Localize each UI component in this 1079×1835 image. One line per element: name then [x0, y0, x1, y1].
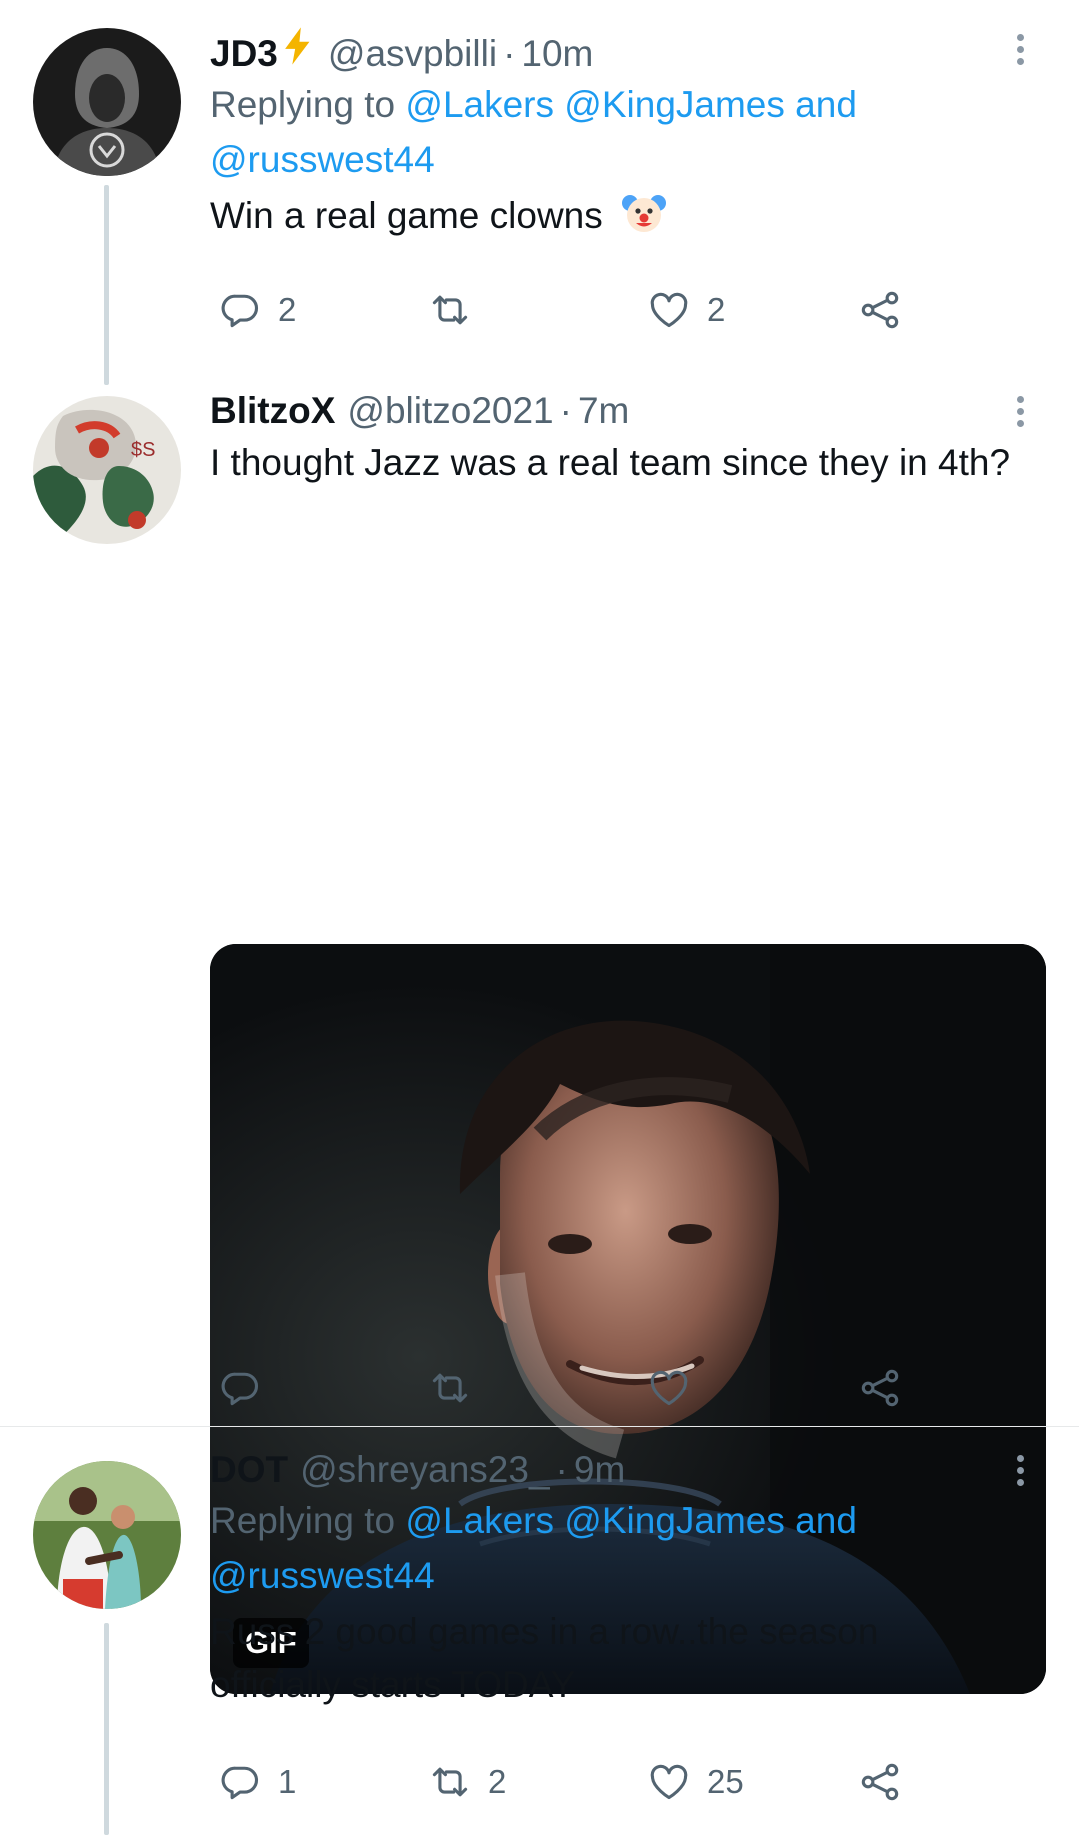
separator-dot: ·	[555, 1449, 568, 1490]
tweet-text: Russ 2 good games in a row..the season o…	[210, 1611, 879, 1705]
and-word: and	[795, 1500, 857, 1541]
reply-bubble-icon	[218, 288, 262, 332]
heart-icon	[647, 1366, 691, 1410]
share-button[interactable]	[858, 1757, 902, 1807]
mention-russwest44[interactable]: @russwest44	[210, 139, 435, 180]
timestamp[interactable]: 9m	[574, 1447, 625, 1493]
tweet-text: Win a real game clowns	[210, 195, 603, 236]
share-button[interactable]	[858, 285, 902, 335]
retweet-button[interactable]	[428, 1363, 488, 1413]
reply-button[interactable]: 2	[218, 285, 296, 335]
tweet-2[interactable]: $S BlitzoX @blitzo2021 · 7m I thought Ja…	[0, 380, 1079, 1694]
reply-button[interactable]: 1	[218, 1757, 296, 1807]
replying-to: Replying to @Lakers @KingJames and @russ…	[210, 77, 1029, 187]
retweet-button[interactable]	[428, 285, 488, 335]
user-handle[interactable]: @asvpbilli	[328, 31, 497, 77]
retweet-button[interactable]: 2	[428, 1757, 506, 1807]
reply-count: 2	[278, 291, 297, 328]
retweet-icon	[428, 288, 472, 332]
user-handle[interactable]: @shreyans23_	[300, 1447, 549, 1493]
share-icon	[858, 288, 902, 332]
separator-dot: ·	[559, 390, 572, 431]
display-name[interactable]: JD3	[210, 31, 278, 77]
retweet-count: 2	[488, 1763, 507, 1800]
display-name[interactable]: DOT	[210, 1447, 288, 1493]
retweet-icon	[428, 1760, 472, 1804]
replying-to: Replying to @Lakers @KingJames and @russ…	[210, 1493, 1029, 1603]
reply-count: 1	[278, 1763, 297, 1800]
tweet-3[interactable]: DOT @shreyans23_ · 9m Replying to @Laker…	[0, 1427, 1079, 1835]
display-name[interactable]: BlitzoX	[210, 388, 335, 434]
tweet-1[interactable]: JD3 @asvpbilli · 10m Replying to @Lakers…	[0, 0, 1079, 385]
heart-icon	[647, 288, 691, 332]
avatar[interactable]	[33, 28, 181, 176]
timestamp[interactable]: 7m	[578, 388, 629, 434]
mention-kingjames[interactable]: @KingJames	[564, 84, 785, 125]
replying-prefix: Replying to	[210, 1500, 396, 1541]
like-button[interactable]: 2	[647, 285, 725, 335]
tweet-text: I thought Jazz was a real team since the…	[210, 442, 1011, 483]
timestamp[interactable]: 10m	[521, 31, 593, 77]
reply-bubble-icon	[218, 1366, 262, 1410]
share-button[interactable]	[858, 1363, 902, 1413]
avatar[interactable]: $S	[33, 396, 181, 544]
like-button[interactable]: 25	[647, 1757, 744, 1807]
like-count: 25	[707, 1763, 744, 1800]
mention-kingjames[interactable]: @KingJames	[564, 1500, 785, 1541]
more-dots-icon[interactable]	[1005, 1447, 1035, 1493]
thread-line	[104, 185, 109, 385]
user-handle[interactable]: @blitzo2021	[347, 388, 553, 434]
replying-prefix: Replying to	[210, 84, 396, 125]
mention-lakers[interactable]: @Lakers	[405, 1500, 554, 1541]
more-dots-icon[interactable]	[1005, 26, 1035, 72]
mention-lakers[interactable]: @Lakers	[405, 84, 554, 125]
more-dots-icon[interactable]	[1005, 388, 1035, 434]
retweet-icon	[428, 1366, 472, 1410]
separator-dot: ·	[503, 33, 516, 74]
svg-text:$S: $S	[131, 439, 155, 461]
lightning-bolt-icon	[280, 26, 316, 66]
reply-button[interactable]	[218, 1363, 278, 1413]
and-word: and	[795, 84, 857, 125]
share-icon	[858, 1760, 902, 1804]
mention-russwest44[interactable]: @russwest44	[210, 1555, 435, 1596]
like-button[interactable]	[647, 1363, 707, 1413]
thread-line	[104, 1623, 109, 1835]
clown-face-icon	[621, 190, 667, 236]
like-count: 2	[707, 291, 726, 328]
reply-bubble-icon	[218, 1760, 262, 1804]
heart-icon	[647, 1760, 691, 1804]
avatar[interactable]	[33, 1461, 181, 1609]
share-icon	[858, 1366, 902, 1410]
